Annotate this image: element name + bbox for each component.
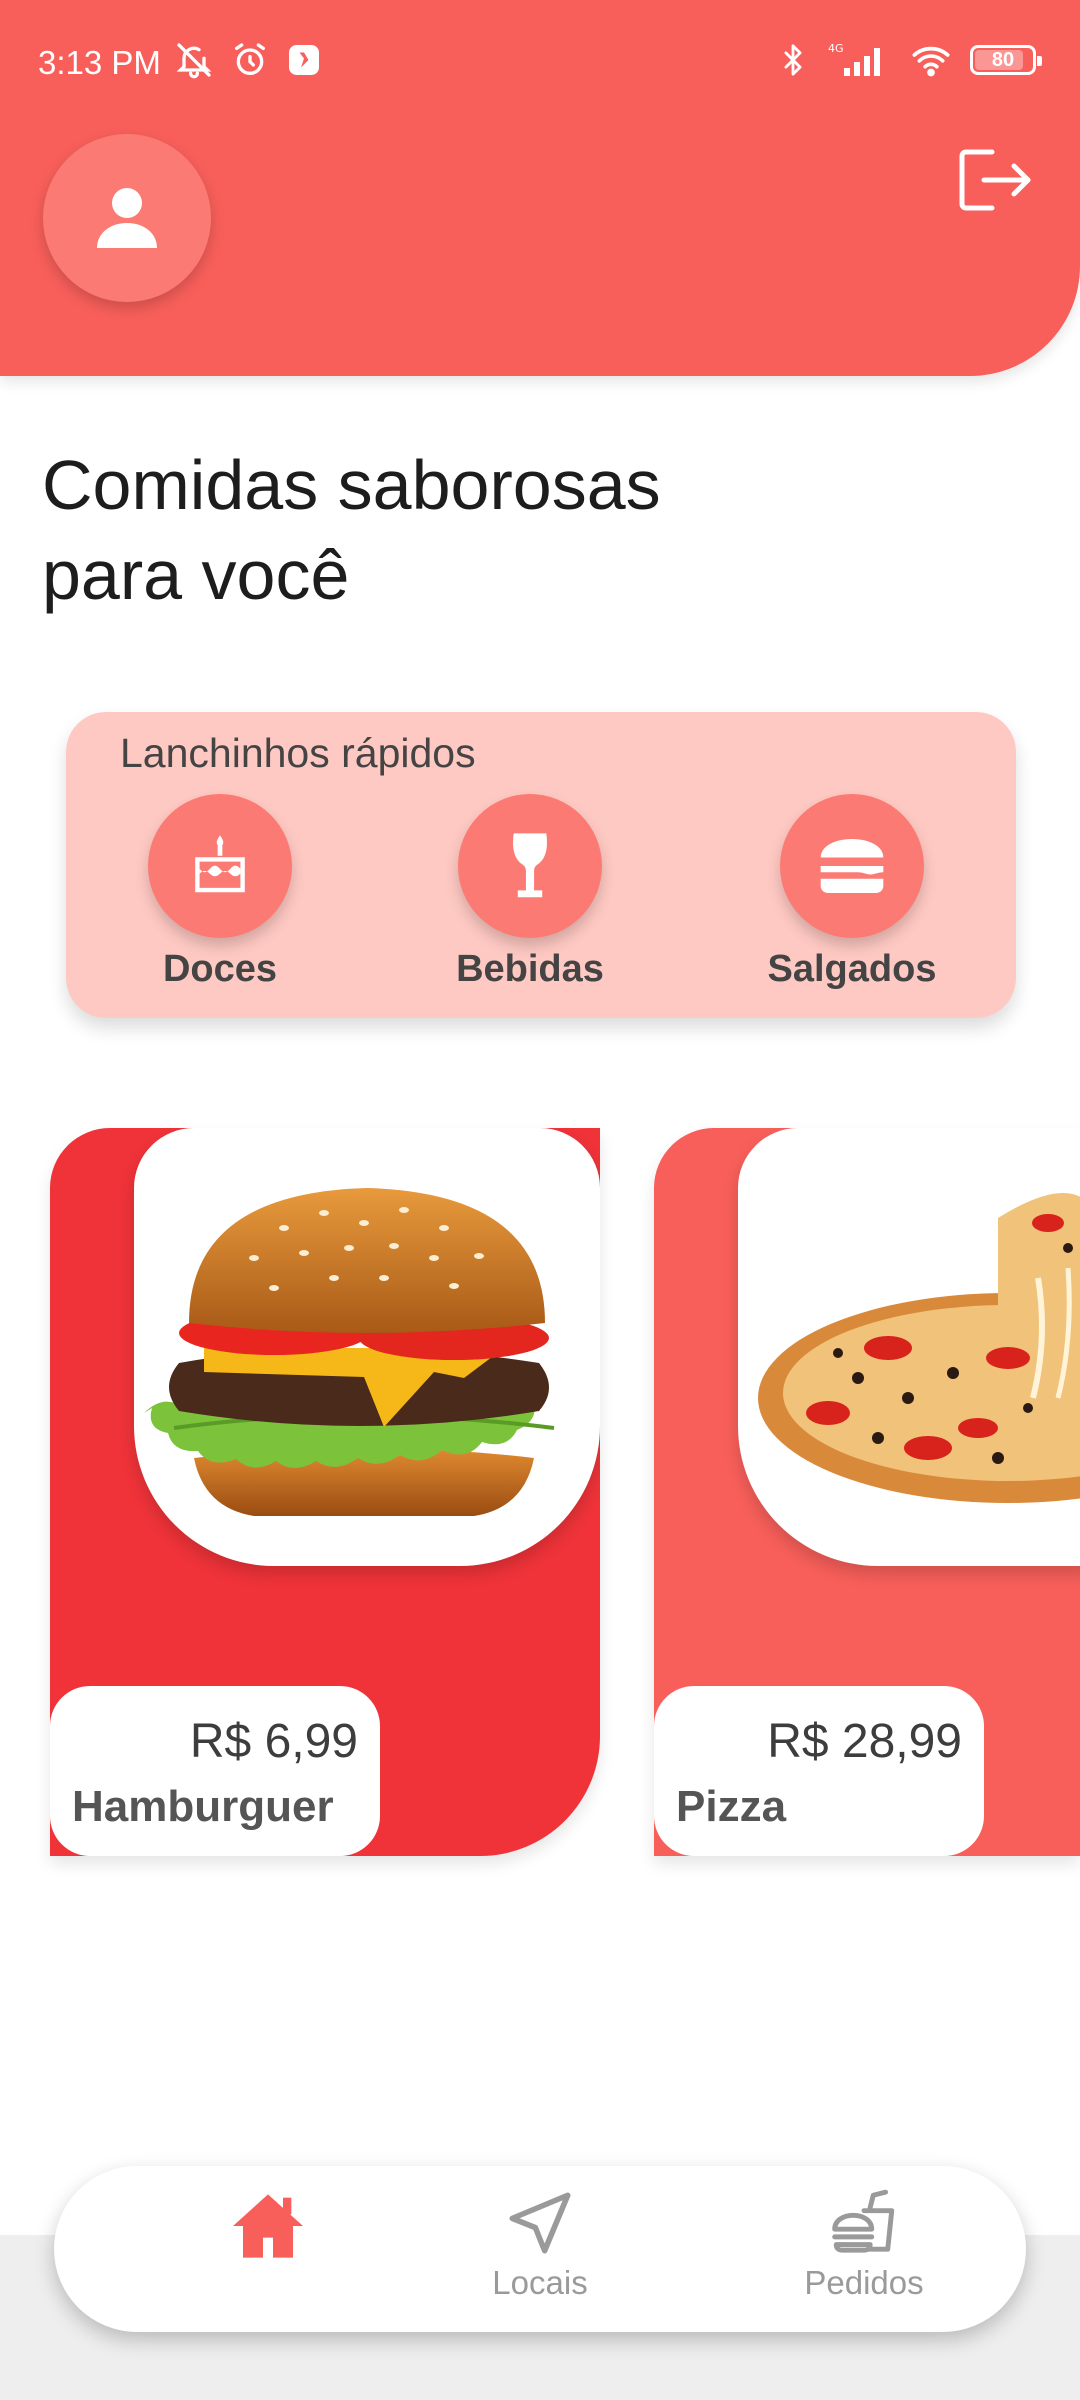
- wifi-icon: [912, 46, 950, 77]
- category-salgados-label: Salgados: [767, 948, 937, 990]
- category-salgados-circle[interactable]: [780, 794, 924, 938]
- page-title-line1: Comidas saborosas: [42, 446, 661, 524]
- food-order-icon: [832, 2189, 895, 2253]
- product-info-hamburguer: R$ 6,99 Hamburguer: [50, 1686, 380, 1856]
- product-name: Hamburguer: [72, 1782, 334, 1831]
- bell-off-icon: [176, 43, 212, 79]
- product-image-hamburguer: [134, 1128, 600, 1566]
- category-doces-label: Doces: [162, 948, 278, 990]
- nav-pedidos-label: Pedidos: [804, 2264, 924, 2301]
- home-icon: [233, 2194, 303, 2258]
- bluetooth-icon: [784, 44, 802, 76]
- cake-icon: [195, 835, 245, 893]
- quick-snacks-heading: Lanchinhos rápidos: [120, 730, 476, 776]
- product-image-pizza: [738, 1128, 1080, 1566]
- product-price: R$ 6,99: [189, 1715, 358, 1768]
- battery-level: 80: [991, 48, 1015, 71]
- user-icon: [97, 188, 157, 248]
- category-bebidas-label: Bebidas: [456, 948, 604, 990]
- nav-pedidos[interactable]: Pedidos: [754, 2186, 974, 2316]
- nav-locais[interactable]: Locais: [430, 2186, 650, 2316]
- profile-avatar-button[interactable]: [43, 134, 211, 302]
- status-right-icons: 4G 80: [776, 40, 1042, 80]
- product-card-hamburguer[interactable]: R$ 6,99 Hamburguer: [50, 1128, 600, 1856]
- product-price: R$ 28,99: [767, 1715, 962, 1768]
- alarm-icon: [235, 43, 265, 75]
- quick-snacks-panel: Lanchinhos rápidos Doces Bebidas Salgado…: [66, 712, 1016, 1018]
- logout-icon: [959, 149, 1031, 211]
- logout-button[interactable]: [956, 146, 1034, 214]
- status-time: 3:13 PM: [38, 44, 161, 81]
- wine-glass-icon: [513, 833, 547, 898]
- product-name: Pizza: [676, 1782, 787, 1831]
- category-salgados[interactable]: Salgados: [742, 794, 962, 991]
- status-bar: 3:13 PM 4G 80: [0, 0, 1080, 130]
- burger-icon: [820, 838, 884, 894]
- product-card-pizza[interactable]: R$ 28,99 Pizza: [654, 1128, 1080, 1856]
- pizza-image: [758, 1193, 1080, 1503]
- navigation-arrow-icon: [509, 2192, 571, 2254]
- hamburger-image: [144, 1188, 555, 1516]
- category-doces[interactable]: Doces: [110, 794, 330, 991]
- nav-home[interactable]: [158, 2186, 378, 2316]
- category-doces-circle[interactable]: [148, 794, 292, 938]
- app-header: 3:13 PM 4G 80: [0, 0, 1080, 376]
- svg-text:4G: 4G: [828, 42, 844, 55]
- app-notification-icon: [289, 45, 319, 75]
- page-title-line2: para você: [42, 536, 350, 614]
- page-title: Comidas saborosas para você: [42, 440, 842, 620]
- battery-icon: 80: [970, 45, 1042, 75]
- status-left-icons: [174, 40, 322, 80]
- category-bebidas[interactable]: Bebidas: [420, 794, 640, 991]
- cellular-4g-icon: 4G: [828, 42, 880, 76]
- nav-locais-label: Locais: [492, 2264, 588, 2301]
- bottom-navigation: Locais Pedidos: [54, 2166, 1026, 2332]
- product-info-pizza: R$ 28,99 Pizza: [654, 1686, 984, 1856]
- category-bebidas-circle[interactable]: [458, 794, 602, 938]
